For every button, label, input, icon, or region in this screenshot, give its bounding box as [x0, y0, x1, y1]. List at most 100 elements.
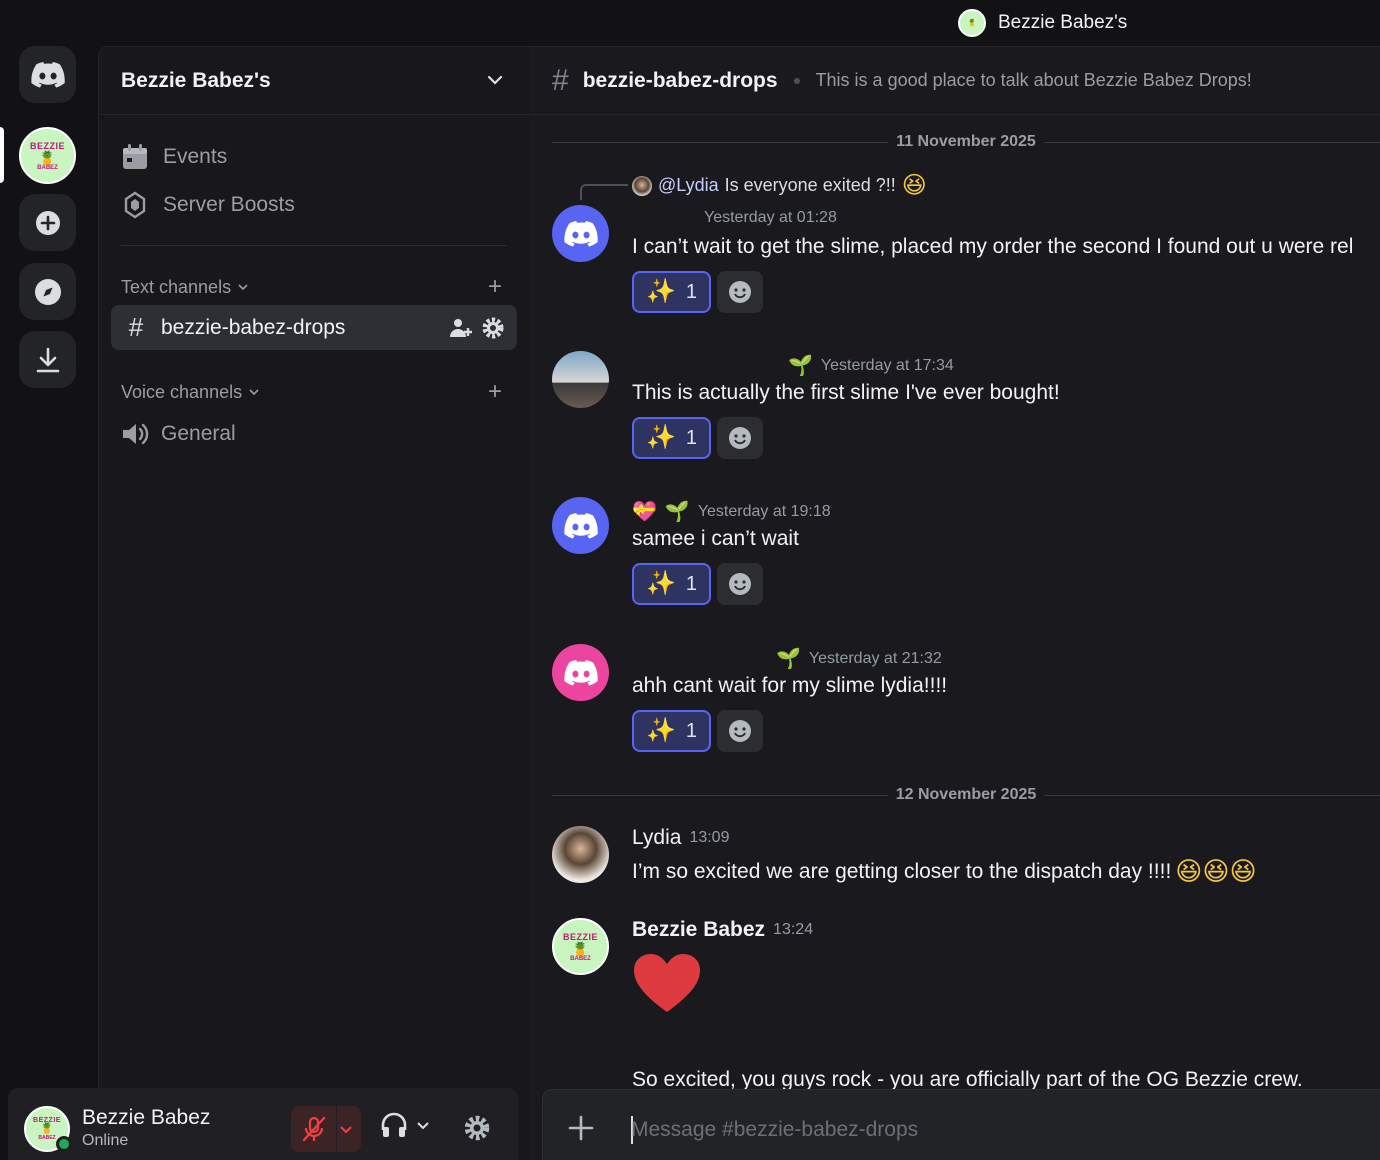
- reply-mention[interactable]: @Lydia: [658, 175, 719, 196]
- category-label: Text channels: [121, 276, 232, 297]
- create-channel-plus-icon[interactable]: +: [488, 275, 502, 299]
- discord-logo-icon: [30, 61, 65, 88]
- reply-text: Is everyone exited ?!!: [724, 175, 896, 195]
- server-name: Bezzie Babez's: [121, 68, 271, 92]
- speaker-icon: [123, 423, 149, 445]
- server-icon-bezzie-babez[interactable]: BEZZIE 🍍 BABEZ: [19, 127, 76, 184]
- chevron-down-icon[interactable]: [416, 1118, 430, 1132]
- message-header: 💝 🌱 Yesterday at 19:18: [632, 499, 831, 524]
- user-settings-gear-icon[interactable]: [463, 1114, 491, 1142]
- channel-bezzie-babez-drops[interactable]: # bezzie-babez-drops: [111, 305, 517, 350]
- sidebar-item-events[interactable]: Events: [121, 139, 227, 175]
- message-content: I’m so excited we are getting closer to …: [632, 856, 1257, 887]
- voice-channel-general[interactable]: General: [121, 417, 236, 451]
- sparkles-icon: ✨: [646, 424, 676, 451]
- gear-icon[interactable]: [481, 316, 505, 340]
- message-timestamp[interactable]: Yesterday at 01:28: [704, 209, 837, 227]
- add-reaction-button[interactable]: [717, 563, 764, 605]
- titlebar-title: Bezzie Babez's: [998, 12, 1128, 33]
- avatar[interactable]: [552, 351, 609, 408]
- message-input[interactable]: [631, 1110, 1331, 1150]
- smiley-icon: [729, 281, 752, 303]
- chevron-down-icon: [487, 75, 503, 85]
- sidebar-item-server-boosts[interactable]: Server Boosts: [121, 187, 295, 223]
- calendar-icon: [123, 144, 147, 169]
- message-header: Yesterday at 01:28: [704, 209, 837, 227]
- add-server-button[interactable]: [19, 194, 76, 251]
- add-reaction-button[interactable]: [717, 271, 764, 313]
- mute-button[interactable]: [291, 1106, 361, 1152]
- badge-text-top: BEZZIE: [29, 140, 65, 151]
- avatar[interactable]: [552, 826, 609, 883]
- pineapple-icon: 🍍: [38, 149, 57, 166]
- chevron-down-icon[interactable]: [339, 1122, 353, 1136]
- compass-icon: [34, 278, 61, 305]
- badge-text-top: BEZZIE: [562, 931, 598, 942]
- deafen-button[interactable]: [380, 1112, 430, 1138]
- plant-badge-icon: 🌱: [788, 355, 813, 377]
- text-channel-icon: #: [128, 312, 144, 342]
- message-timestamp[interactable]: 13:09: [689, 829, 729, 847]
- avatar: [632, 175, 652, 196]
- message-text: I’m so excited we are getting closer to …: [632, 859, 1172, 883]
- user-panel: BEZZIE 🍍 BABEZ Bezzie Babez Online: [8, 1088, 518, 1160]
- create-voice-channel-plus-icon[interactable]: +: [488, 380, 502, 404]
- reaction-count: 1: [685, 572, 698, 595]
- message-username[interactable]: Bezzie Babez: [632, 918, 765, 942]
- server-header[interactable]: Bezzie Babez's: [99, 47, 530, 115]
- voice-channel-label: General: [161, 422, 236, 445]
- reaction-sparkles[interactable]: ✨ 1: [632, 271, 712, 313]
- avatar[interactable]: BEZZIE 🍍 BABEZ: [552, 918, 609, 975]
- category-voice-channels[interactable]: Voice channels: [121, 380, 260, 404]
- avatar[interactable]: [552, 497, 609, 554]
- laughing-emoji-icon: 😆😆😆: [1175, 856, 1257, 886]
- sidebar-item-label: Server Boosts: [163, 193, 295, 216]
- category-text-channels[interactable]: Text channels: [121, 275, 249, 299]
- reply-preview[interactable]: @Lydia Is everyone exited ?!! 😆: [632, 171, 927, 200]
- message-content: I can’t wait to get the slime, placed my…: [632, 235, 1354, 258]
- reaction-sparkles[interactable]: ✨ 1: [632, 417, 712, 459]
- add-reaction-button[interactable]: [717, 710, 764, 752]
- channel-sidebar: Bezzie Babez's Events Server Boosts Text…: [98, 46, 530, 1160]
- message-header: Lydia 13:09: [632, 826, 729, 850]
- message-timestamp[interactable]: 13:24: [773, 921, 813, 939]
- reaction-sparkles[interactable]: ✨ 1: [632, 563, 712, 605]
- pineapple-icon: 🍍: [571, 940, 590, 957]
- chevron-down-icon: [249, 389, 259, 396]
- reaction-sparkles[interactable]: ✨ 1: [632, 710, 712, 752]
- channel-name: bezzie-babez-drops: [161, 315, 346, 339]
- date-label: 12 November 2025: [895, 786, 1037, 803]
- direct-messages-button[interactable]: [19, 46, 76, 103]
- message-content: This is actually the first slime I've ev…: [632, 381, 1060, 404]
- reactions: ✨ 1: [632, 710, 764, 752]
- channel-topic[interactable]: This is a good place to talk about Bezzi…: [816, 70, 1252, 91]
- message-timestamp[interactable]: Yesterday at 17:34: [821, 357, 954, 375]
- message-content: ahh cant wait for my slime lydia!!!!: [632, 674, 948, 697]
- title-bar: 🍍 Bezzie Babez's: [0, 0, 1380, 46]
- message-timestamp[interactable]: Yesterday at 21:32: [809, 650, 942, 668]
- discover-button[interactable]: [19, 263, 76, 320]
- avatar[interactable]: [552, 205, 609, 262]
- sparkles-icon: ✨: [646, 570, 676, 597]
- smiley-icon: [729, 427, 752, 449]
- discord-logo-icon: [563, 220, 598, 247]
- date-separator: 11 November 2025: [552, 132, 1380, 152]
- avatar[interactable]: [552, 644, 609, 701]
- active-server-indicator: [0, 127, 4, 183]
- download-apps-button[interactable]: [19, 331, 76, 388]
- message-timestamp[interactable]: Yesterday at 19:18: [698, 503, 831, 521]
- user-name: Bezzie Babez: [82, 1106, 211, 1129]
- sidebar-divider: [121, 245, 507, 246]
- add-reaction-button[interactable]: [717, 417, 764, 459]
- chat-area: # bezzie-babez-drops This is a good plac…: [530, 46, 1380, 1160]
- reactions: ✨ 1: [632, 563, 764, 605]
- invite-people-icon[interactable]: [449, 316, 473, 340]
- message-username[interactable]: Lydia: [632, 826, 681, 850]
- message-composer: [542, 1089, 1380, 1160]
- attach-plus-icon[interactable]: [567, 1114, 595, 1142]
- plus-circle-icon: [35, 210, 60, 235]
- channel-header: # bezzie-babez-drops This is a good plac…: [530, 47, 1380, 115]
- reactions: ✨ 1: [632, 417, 764, 459]
- message-content: samee i can’t wait: [632, 527, 799, 550]
- date-separator: 12 November 2025: [552, 785, 1380, 805]
